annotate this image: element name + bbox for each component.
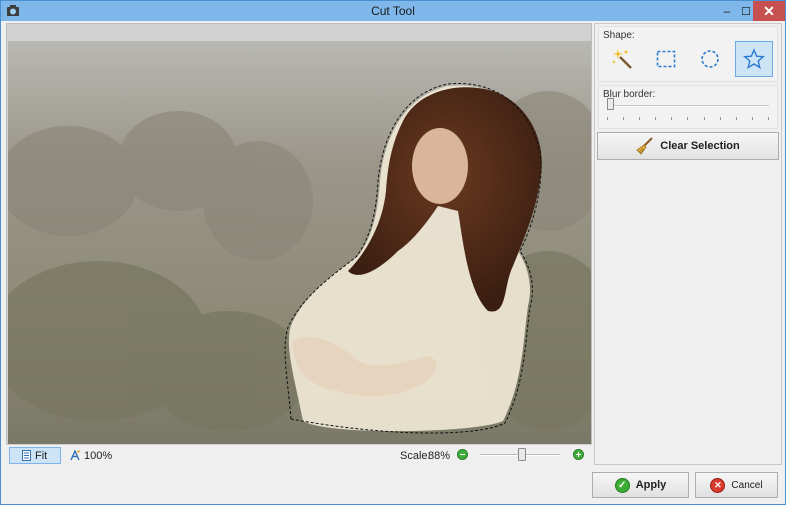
blur-border-slider-track[interactable] — [607, 105, 769, 107]
fit-button[interactable]: Fit — [9, 447, 61, 464]
blur-border-group: Blur border: — [598, 85, 778, 129]
window-title: Cut Tool — [371, 4, 415, 18]
zoom-100-button[interactable]: 100% — [70, 447, 112, 464]
zoom-slider-thumb[interactable] — [517, 448, 526, 461]
apply-label: Apply — [635, 479, 667, 491]
star-icon — [743, 48, 765, 69]
photo-image — [8, 41, 591, 444]
maximize-button[interactable]: ☐ — [739, 1, 753, 21]
freeform-select-button[interactable] — [735, 41, 773, 77]
scale-value: 88% — [428, 450, 451, 462]
broom-icon — [636, 137, 653, 155]
shape-group: Shape: — [598, 26, 778, 82]
rectangle-select-button[interactable] — [647, 41, 685, 77]
cancel-x-icon: ✕ — [710, 477, 726, 493]
magic-wand-button[interactable] — [603, 41, 641, 77]
dialog-button-bar: ✓ Apply ✕ Cancel — [1, 467, 785, 504]
image-canvas[interactable] — [6, 23, 592, 465]
cut-tool-window: Cut Tool – ☐ ✕ Fit 100% Scale: 88% Shape… — [0, 0, 786, 505]
blur-border-slider-thumb[interactable] — [607, 98, 614, 110]
rectangle-select-icon — [656, 50, 676, 68]
fit-label: Fit — [35, 449, 48, 462]
tool-panel: Shape: Blur border: Clear Selection — [594, 23, 782, 465]
cancel-button[interactable]: ✕ Cancel — [695, 472, 778, 498]
cancel-label: Cancel — [731, 479, 763, 491]
shape-label: Shape: — [603, 30, 635, 41]
zoom-out-icon[interactable] — [457, 449, 468, 460]
status-bar: Fit 100% Scale: 88% — [6, 444, 592, 465]
ellipse-select-icon — [701, 50, 719, 68]
clear-selection-label: Clear Selection — [660, 140, 740, 152]
title-bar[interactable]: Cut Tool – ☐ ✕ — [1, 1, 785, 21]
fit-icon — [22, 450, 31, 461]
checkmark-icon: ✓ — [614, 477, 630, 493]
minimize-button[interactable]: – — [715, 1, 739, 21]
ellipse-select-button[interactable] — [691, 41, 729, 77]
photo-preview[interactable] — [8, 41, 591, 444]
clear-selection-button[interactable]: Clear Selection — [597, 132, 779, 160]
zoom-100-label: 100% — [84, 449, 113, 462]
scale-label: Scale: — [400, 450, 431, 462]
zoom-in-icon[interactable] — [573, 449, 584, 460]
apply-button[interactable]: ✓ Apply — [592, 472, 689, 498]
close-button[interactable]: ✕ — [753, 1, 785, 21]
blur-border-ticks — [607, 117, 769, 120]
actual-size-icon — [70, 450, 81, 461]
magic-wand-icon — [612, 49, 632, 69]
